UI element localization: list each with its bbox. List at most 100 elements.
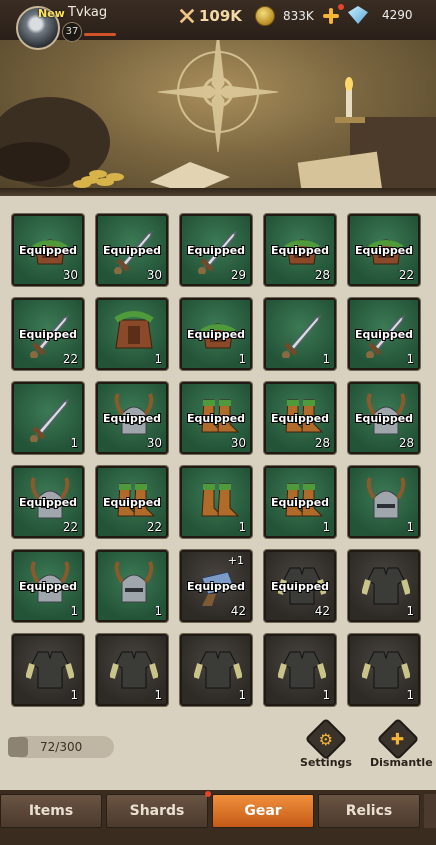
item-level: 22 <box>62 520 78 534</box>
item-level: 1 <box>154 688 162 702</box>
notification-dot <box>205 791 211 797</box>
item-level: 1 <box>322 688 330 702</box>
gear-slot[interactable]: 1 <box>96 634 168 706</box>
item-level: 22 <box>62 352 78 366</box>
item-level: 1 <box>70 688 78 702</box>
tab-label: Gear <box>244 803 282 819</box>
item-level: 30 <box>146 268 162 282</box>
tab-gear[interactable]: Gear <box>212 794 314 828</box>
player-level-badge: 37 <box>62 22 82 42</box>
equipped-label: Equipped <box>18 580 78 593</box>
item-level: 1 <box>70 604 78 618</box>
gold-coin-icon <box>255 6 275 26</box>
gear-slot[interactable]: Equipped 22 <box>348 214 420 286</box>
gear-slot[interactable]: Equipped 30 <box>12 214 84 286</box>
item-level: 42 <box>314 604 330 618</box>
capacity-value: 72/300 <box>40 740 83 754</box>
gear-slot[interactable]: 1 <box>348 634 420 706</box>
gear-slot[interactable]: Equipped 30 <box>96 382 168 454</box>
gear-slot[interactable]: Equipped 42 <box>264 550 336 622</box>
gear-slot[interactable]: Equipped 1 <box>12 550 84 622</box>
gear-slot[interactable]: 1 <box>348 550 420 622</box>
vest-icon <box>362 651 410 689</box>
sword-icon <box>282 314 322 358</box>
banner-illustration <box>0 31 436 194</box>
gear-slot[interactable]: 1 <box>180 634 252 706</box>
item-level: 22 <box>398 268 414 282</box>
gear-slot[interactable]: Equipped +1 42 <box>180 550 252 622</box>
gear-slot[interactable]: Equipped 30 <box>96 214 168 286</box>
tab-relics[interactable]: Relics <box>318 794 420 828</box>
equipped-label: Equipped <box>270 412 330 425</box>
equipped-label: Equipped <box>18 328 78 341</box>
equipped-label: Equipped <box>186 412 246 425</box>
settings-button[interactable]: ⚙ Settings <box>298 717 354 769</box>
equipped-label: Equipped <box>186 328 246 341</box>
gear-slot[interactable]: Equipped 1 <box>180 298 252 370</box>
gear-slot[interactable]: Equipped 1 <box>264 466 336 538</box>
tab-items[interactable]: Items <box>0 794 102 828</box>
gear-slot[interactable]: Equipped 28 <box>264 214 336 286</box>
tab-label: Shards <box>129 803 185 819</box>
equipped-label: Equipped <box>354 328 414 341</box>
tab-shards[interactable]: Shards <box>106 791 211 828</box>
item-level: 1 <box>322 352 330 366</box>
gear-slot[interactable]: 1 <box>264 298 336 370</box>
equipped-label: Equipped <box>270 580 330 593</box>
tab-label: Items <box>28 803 74 819</box>
equipped-label: Equipped <box>102 412 162 425</box>
equipped-label: Equipped <box>18 496 78 509</box>
gear-slot[interactable]: Equipped 22 <box>96 466 168 538</box>
gear-slot[interactable]: 1 <box>12 634 84 706</box>
equipped-label: Equipped <box>186 244 246 257</box>
add-gold-button[interactable] <box>322 7 340 25</box>
top-bar: New Tvkag 37 109K 833K 4290 <box>0 0 436 50</box>
item-level: 30 <box>62 268 78 282</box>
item-level: 1 <box>406 352 414 366</box>
gear-slot[interactable]: Equipped 28 <box>348 382 420 454</box>
item-level: 22 <box>146 520 162 534</box>
item-level: 30 <box>230 436 246 450</box>
item-level: 1 <box>406 688 414 702</box>
crossed-swords-icon <box>179 8 195 24</box>
dismantle-button[interactable]: ✚ Dismantle <box>370 717 433 769</box>
gear-slot[interactable]: Equipped 22 <box>12 466 84 538</box>
gear-slot[interactable]: 1 <box>264 634 336 706</box>
player-name: Tvkag <box>68 5 108 20</box>
vest-icon <box>362 567 410 605</box>
gear-slot[interactable]: Equipped 29 <box>180 214 252 286</box>
gold-value: 833K <box>283 9 314 23</box>
equipped-label: Equipped <box>270 244 330 257</box>
gear-slot[interactable]: Equipped 28 <box>264 382 336 454</box>
item-level: 1 <box>238 520 246 534</box>
equipped-label: Equipped <box>354 244 414 257</box>
inventory-capacity: 72/300 <box>8 736 114 758</box>
power-display: 109K <box>178 7 242 25</box>
item-level: 28 <box>314 436 330 450</box>
gear-slot[interactable]: 1 <box>96 550 168 622</box>
helmet-horn-icon <box>114 561 154 603</box>
gear-slot[interactable]: Equipped 22 <box>12 298 84 370</box>
item-level: 1 <box>322 520 330 534</box>
gear-slot[interactable]: 1 <box>180 466 252 538</box>
item-level: 29 <box>230 268 246 282</box>
gem-display: 4290 <box>348 6 413 24</box>
item-level: 1 <box>154 352 162 366</box>
item-level: 1 <box>238 352 246 366</box>
gear-icon: ⚙ <box>304 717 348 761</box>
bottom-tab-bar: Items Shards Gear Relics <box>0 790 436 845</box>
item-level: 1 <box>70 436 78 450</box>
gear-slot[interactable]: Equipped 1 <box>348 298 420 370</box>
gear-slot[interactable]: Equipped 30 <box>180 382 252 454</box>
gear-slot[interactable]: 1 <box>348 466 420 538</box>
gear-slot[interactable]: 1 <box>12 382 84 454</box>
gear-grid: Equipped 30 Equipped 30 Equipped 29 Equipped 28… <box>12 214 420 706</box>
gold-display: 833K <box>255 6 340 26</box>
sword-icon <box>30 398 70 442</box>
equipped-label: Equipped <box>18 244 78 257</box>
bag-icon <box>8 737 28 757</box>
vest-icon <box>26 651 74 689</box>
vest-icon <box>278 651 326 689</box>
gear-slot[interactable]: 1 <box>96 298 168 370</box>
chest-green-icon <box>114 311 154 349</box>
